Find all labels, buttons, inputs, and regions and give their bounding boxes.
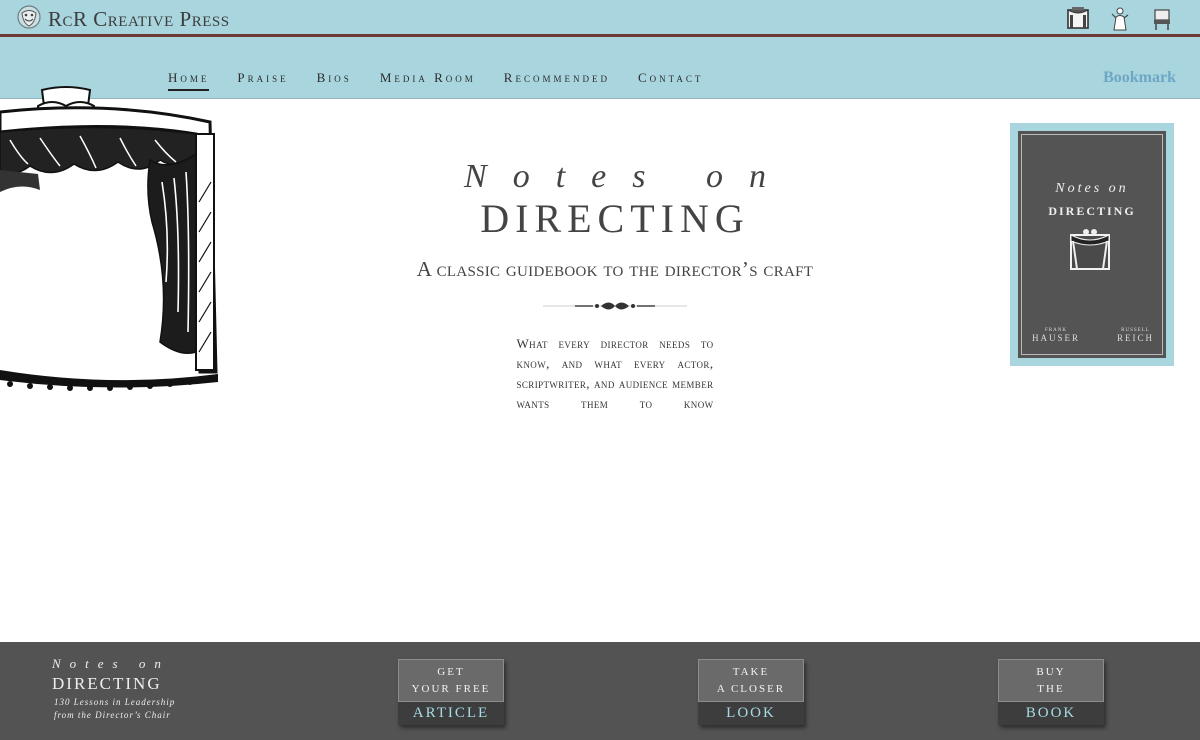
footer-subtitle-line-2: from the Director’s Chair xyxy=(54,710,171,720)
hero-title-notes: Notes on xyxy=(464,158,792,195)
bookmark-link[interactable]: Bookmark xyxy=(1103,69,1176,87)
buy-the-book-button[interactable]: BUY THE BOOK xyxy=(998,659,1104,725)
cta-buy-label: BOOK xyxy=(998,702,1104,725)
theater-stage-illustration xyxy=(0,86,218,391)
top-icon-group xyxy=(1066,6,1174,41)
cta-look-top: TAKE A CLOSER xyxy=(698,659,804,702)
nav-item-media-room[interactable]: Media Room xyxy=(380,70,476,91)
book-cover-frame[interactable]: Notes on DIRECTING FRANK HAUSER RUSSELL … xyxy=(1010,123,1174,366)
cover-title-directing: DIRECTING xyxy=(1048,204,1136,218)
footer-subtitle: 130 Lessons in Leadership from the Direc… xyxy=(54,696,175,722)
cta-look-line-2: A CLOSER xyxy=(716,683,786,695)
cta-article-line-2: YOUR FREE xyxy=(411,683,491,695)
actor-icon[interactable] xyxy=(1108,6,1132,32)
book-cover[interactable]: Notes on DIRECTING FRANK HAUSER RUSSELL … xyxy=(1018,131,1166,358)
cover-title-notes: Notes on xyxy=(1055,181,1129,196)
cta-look-line-1: TAKE xyxy=(732,666,770,678)
hero-title-directing: DIRECTING xyxy=(480,196,750,241)
cover-author-1: FRANK HAUSER xyxy=(1032,328,1080,343)
cta-buy-line-1: BUY xyxy=(1036,666,1066,678)
cta-look-label: LOOK xyxy=(698,702,804,725)
get-free-article-button[interactable]: GET YOUR FREE ARTICLE xyxy=(398,659,504,725)
nav-item-recommended[interactable]: Recommended xyxy=(504,70,610,91)
nav-item-praise[interactable]: Praise xyxy=(237,70,288,91)
hero-tagline: What every director needs to know, and w… xyxy=(516,336,714,411)
footer-book-title: Notes on DIRECTING 130 Lessons in Leader… xyxy=(52,656,175,722)
author-2-last-name: REICH xyxy=(1117,333,1154,343)
footer-title-notes: Notes on xyxy=(52,656,170,671)
ornament-divider-icon xyxy=(543,302,687,310)
cover-stage-icon xyxy=(1070,229,1110,270)
author-1-last-name: HAUSER xyxy=(1032,333,1081,343)
footer-bar: Notes on DIRECTING 130 Lessons in Leader… xyxy=(0,642,1200,740)
take-closer-look-button[interactable]: TAKE A CLOSER LOOK xyxy=(698,659,804,725)
footer-subtitle-line-1: 130 Lessons in Leadership xyxy=(54,697,176,707)
cta-article-top: GET YOUR FREE xyxy=(398,659,504,702)
theater-mask-logo-icon[interactable] xyxy=(16,4,42,30)
cover-author-2: RUSSELL REICH xyxy=(1117,328,1154,343)
brand-name[interactable]: RcR Creative Press xyxy=(48,7,230,32)
hero-section: Notes on DIRECTING A classic guidebook t… xyxy=(400,155,830,414)
nav-item-contact[interactable]: Contact xyxy=(638,70,703,91)
cta-article-line-1: GET xyxy=(437,666,465,678)
nav-item-bios[interactable]: Bios xyxy=(317,70,352,91)
cta-buy-top: BUY THE xyxy=(998,659,1104,702)
stage-icon[interactable] xyxy=(1066,6,1090,41)
hero-subtitle: A classic guidebook to the director’s cr… xyxy=(416,257,814,281)
top-header-bar: RcR Creative Press xyxy=(0,0,1200,41)
chair-icon[interactable] xyxy=(1150,6,1174,32)
cta-article-label: ARTICLE xyxy=(398,702,504,725)
cta-buy-line-2: THE xyxy=(1037,683,1065,695)
footer-title-directing: DIRECTING xyxy=(52,674,162,693)
main-nav: Home Praise Bios Media Room Recommended … xyxy=(168,70,703,91)
